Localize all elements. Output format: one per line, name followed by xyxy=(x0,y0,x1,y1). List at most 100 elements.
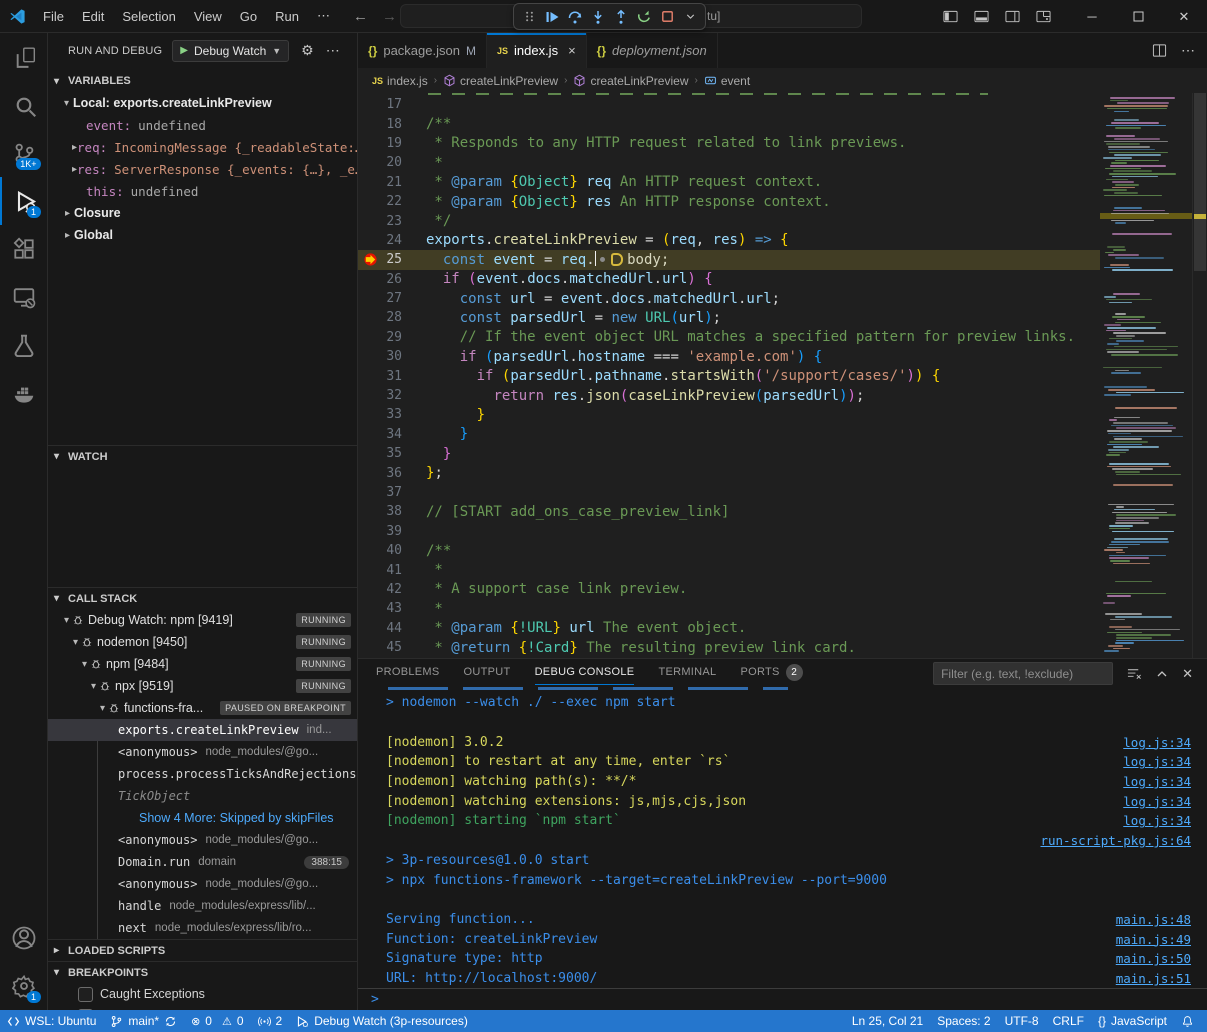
toggle-secondary-sidebar-icon[interactable] xyxy=(1005,9,1020,24)
code-line-18[interactable]: 18/** xyxy=(358,114,1100,133)
stack-frame-row[interactable]: <anonymous>node_modules/@go... xyxy=(48,829,357,851)
panel-tab-debug-console[interactable]: DEBUG CONSOLE xyxy=(535,659,635,685)
code-line-36[interactable]: 36}; xyxy=(358,463,1100,482)
twistie-icon[interactable]: ▾ xyxy=(73,637,78,648)
console-row[interactable] xyxy=(358,713,1207,733)
stack-frame-row[interactable]: exports.createLinkPreviewind... xyxy=(48,719,357,741)
close-window-button[interactable]: ✕ xyxy=(1161,0,1207,33)
status-remote[interactable]: WSL: Ubuntu xyxy=(0,1010,103,1032)
breakpoint-row[interactable]: Caught Exceptions xyxy=(48,983,357,1005)
variable-row[interactable]: ▸req:IncomingMessage {_readableState:… xyxy=(48,136,357,158)
activity-item-explorer[interactable] xyxy=(0,33,48,81)
menu-go[interactable]: Go xyxy=(231,5,266,28)
toggle-sidebar-icon[interactable] xyxy=(943,9,958,24)
activity-item-accounts[interactable] xyxy=(0,914,48,962)
code-line-37[interactable]: 37 xyxy=(358,483,1100,502)
editor-scrollbar[interactable] xyxy=(1192,93,1207,658)
status-spaces-2[interactable]: Spaces: 2 xyxy=(930,1014,997,1028)
twistie-icon[interactable]: ▸ xyxy=(65,208,70,219)
tab-package.json[interactable]: {}package.jsonM xyxy=(358,33,487,68)
toggle-panel-icon[interactable] xyxy=(974,9,989,24)
console-row[interactable]: Signature type: httpmain.js:50 xyxy=(358,949,1207,969)
activity-item-remote-explorer[interactable] xyxy=(0,273,48,321)
status-broadcast[interactable]: 2 xyxy=(251,1010,290,1032)
stack-frame-row[interactable]: process.processTicksAndRejections xyxy=(48,763,357,785)
console-filter-input[interactable] xyxy=(933,662,1113,685)
console-row[interactable]: [nodemon] starting `npm start`log.js:34 xyxy=(358,811,1207,831)
status-utf-8[interactable]: UTF-8 xyxy=(998,1014,1046,1028)
console-row[interactable]: [nodemon] watching extensions: js,mjs,cj… xyxy=(358,791,1207,811)
customize-layout-icon[interactable] xyxy=(1036,9,1051,24)
code-line-40[interactable]: 40/** xyxy=(358,541,1100,560)
source-link[interactable]: log.js:34 xyxy=(1123,735,1191,750)
activity-item-search[interactable] xyxy=(0,81,48,129)
activity-item-settings[interactable]: 1 xyxy=(0,962,48,1010)
code-line-45[interactable]: 45 * @return {!Card} The resulting previ… xyxy=(358,638,1100,657)
close-tab-icon[interactable]: × xyxy=(568,43,576,58)
section-breakpoints[interactable]: ▾BREAKPOINTS xyxy=(48,961,357,983)
console-row[interactable] xyxy=(358,890,1207,910)
console-row[interactable]: > npx functions-framework --target=creat… xyxy=(358,870,1207,890)
menu-file[interactable]: File xyxy=(34,5,73,28)
stack-frame-row[interactable]: <anonymous>node_modules/@go... xyxy=(48,741,357,763)
code-editor[interactable]: 1718/**19 * Responds to any HTTP request… xyxy=(358,93,1207,658)
twistie-icon[interactable]: ▾ xyxy=(91,681,96,692)
console-row[interactable]: [nodemon] 3.0.2log.js:34 xyxy=(358,732,1207,752)
status-debug[interactable]: Debug Watch (3p-resources) xyxy=(289,1010,475,1032)
code-line-31[interactable]: 31 if (parsedUrl.pathname.startsWith('/s… xyxy=(358,366,1100,385)
stack-frame-row[interactable]: <anonymous>node_modules/@go... xyxy=(48,873,357,895)
continue-icon[interactable] xyxy=(542,6,562,27)
status-error[interactable]: ⊗0⚠0 xyxy=(184,1010,250,1032)
step-over-icon[interactable] xyxy=(565,6,585,27)
status-bell[interactable] xyxy=(1174,1015,1201,1028)
launch-config-dropdown[interactable]: ▶ Debug Watch ▼ xyxy=(172,40,289,62)
variable-row[interactable]: event:undefined xyxy=(48,114,357,136)
code-line-34[interactable]: 34 } xyxy=(358,425,1100,444)
step-out-icon[interactable] xyxy=(611,6,631,27)
console-row[interactable]: run-script-pkg.js:64 xyxy=(358,831,1207,851)
more-chevron-icon[interactable] xyxy=(680,6,700,27)
source-link[interactable]: main.js:51 xyxy=(1116,971,1191,986)
callstack-session-row[interactable]: ▾ functions-fra... PAUSED ON BREAKPOINT xyxy=(48,697,357,719)
console-row[interactable]: Function: createLinkPreviewmain.js:49 xyxy=(358,929,1207,949)
variables-scope-row[interactable]: ▾Local: exports.createLinkPreview xyxy=(48,92,357,114)
code-line-32[interactable]: 32 return res.json(caseLinkPreview(parse… xyxy=(358,386,1100,405)
menu-selection[interactable]: Selection xyxy=(113,5,184,28)
code-line-35[interactable]: 35 } xyxy=(358,444,1100,463)
scope-collapsed-row[interactable]: ▸Closure xyxy=(48,202,357,224)
code-line-43[interactable]: 43 * xyxy=(358,599,1100,618)
code-line-22[interactable]: 22 * @param {Object} res An HTTP respons… xyxy=(358,192,1100,211)
status-crlf[interactable]: CRLF xyxy=(1046,1014,1091,1028)
source-link[interactable]: main.js:49 xyxy=(1116,932,1191,947)
activity-item-docker[interactable] xyxy=(0,369,48,417)
code-line-25[interactable]: 25 const event = req.body; xyxy=(358,250,1100,269)
code-line-28[interactable]: 28 const parsedUrl = new URL(url); xyxy=(358,308,1100,327)
scope-collapsed-row[interactable]: ▸Global xyxy=(48,224,357,246)
panel-tab-problems[interactable]: PROBLEMS xyxy=(376,659,440,685)
twistie-icon[interactable]: ▸ xyxy=(65,230,70,241)
status-javascript[interactable]: {}JavaScript xyxy=(1091,1014,1174,1028)
debug-settings-gear-icon[interactable]: ⚙ xyxy=(301,42,314,59)
code-line-17[interactable]: 17 xyxy=(358,95,1100,114)
restart-icon[interactable] xyxy=(634,6,654,27)
breadcrumb-item-event[interactable]: event xyxy=(704,74,750,88)
code-line-23[interactable]: 23 */ xyxy=(358,211,1100,230)
minimize-button[interactable]: ─ xyxy=(1069,0,1115,33)
twistie-icon[interactable]: ▾ xyxy=(64,615,69,626)
console-row[interactable]: > nodemon --watch ./ --exec npm start xyxy=(358,693,1207,713)
views-more-icon[interactable]: ⋯ xyxy=(326,42,340,59)
status-git-branch[interactable]: main* xyxy=(103,1010,184,1032)
stack-frame-row[interactable]: TickObject xyxy=(48,785,357,807)
stack-frame-row[interactable]: nextnode_modules/express/lib/ro... xyxy=(48,917,357,939)
close-panel-icon[interactable]: ✕ xyxy=(1182,666,1193,682)
stack-frame-row[interactable]: Show 4 More: Skipped by skipFiles xyxy=(48,807,357,829)
code-line-24[interactable]: 24exports.createLinkPreview = (req, res)… xyxy=(358,231,1100,250)
split-editor-icon[interactable] xyxy=(1152,43,1167,58)
clear-console-icon[interactable] xyxy=(1127,666,1142,681)
panel-tab-terminal[interactable]: TERMINAL xyxy=(658,659,716,685)
code-line-21[interactable]: 21 * @param {Object} req An HTTP request… xyxy=(358,173,1100,192)
code-line-42[interactable]: 42 * A support case link preview. xyxy=(358,580,1100,599)
menu-more[interactable]: ⋯ xyxy=(308,4,339,28)
console-row[interactable]: > 3p-resources@1.0.0 start xyxy=(358,851,1207,871)
twistie-icon[interactable]: ▾ xyxy=(82,659,87,670)
